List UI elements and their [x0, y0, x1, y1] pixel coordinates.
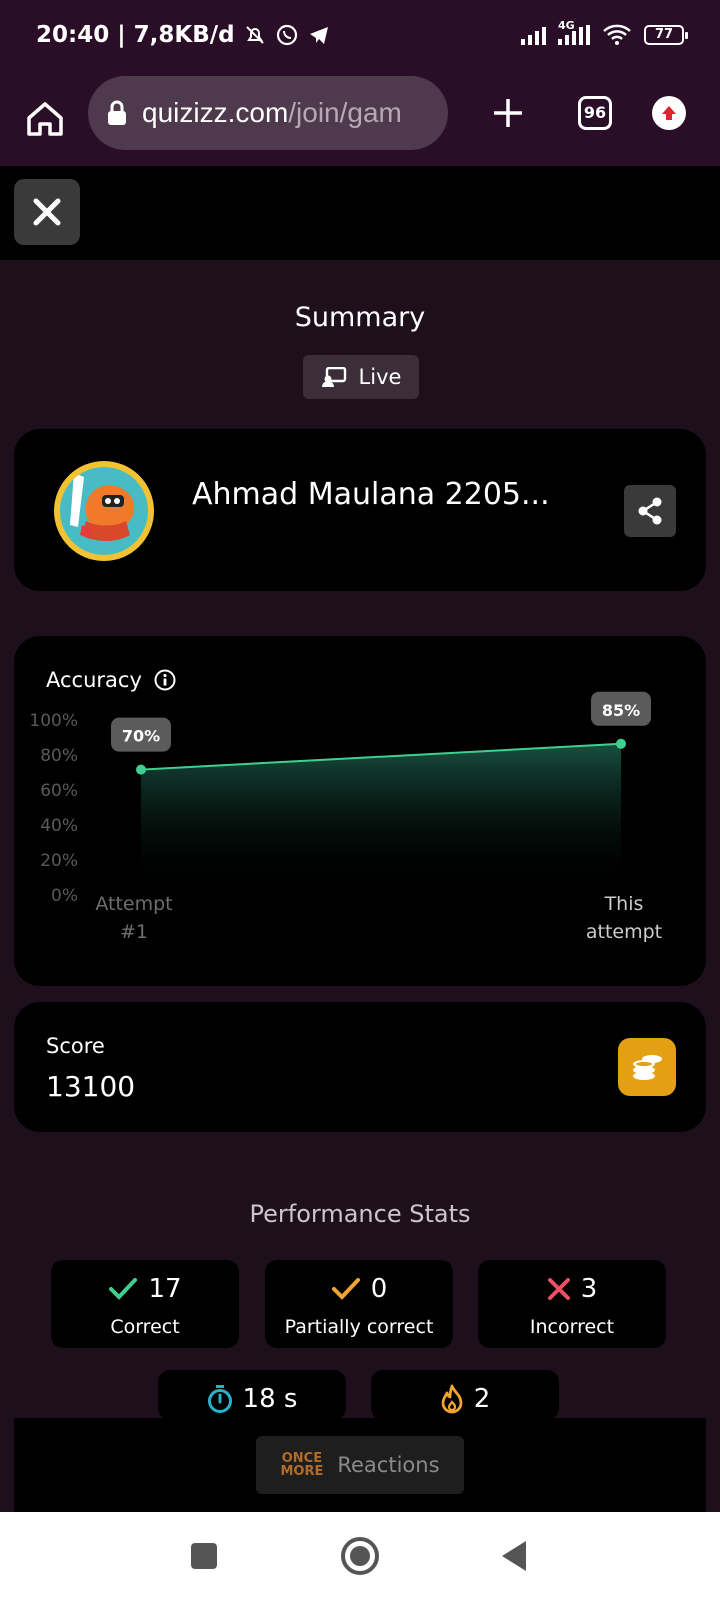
mode-badge: Live: [303, 355, 419, 399]
streak-value: 2: [473, 1384, 491, 1414]
x-tick-label: #1: [120, 921, 148, 943]
avatar: [54, 461, 154, 561]
new-tab-button[interactable]: [490, 90, 526, 136]
system-nav-bar: [0, 1512, 720, 1600]
correct-count: 17: [148, 1274, 182, 1304]
checkmark-icon: [331, 1278, 360, 1300]
top-action-bar: [0, 166, 720, 260]
x-tick-label: attempt: [586, 921, 662, 943]
recent-apps-button[interactable]: [191, 1543, 217, 1569]
player-card: Ahmad Maulana 2205...: [14, 429, 706, 591]
home-nav-button[interactable]: [341, 1537, 379, 1575]
avatar-image: [60, 467, 148, 555]
coins-button[interactable]: [618, 1038, 676, 1096]
stat-partially-correct: 0 Partially correct: [265, 1260, 453, 1348]
data-label: 70%: [122, 727, 160, 746]
home-icon[interactable]: [24, 98, 66, 140]
data-point: [136, 764, 146, 775]
close-button[interactable]: [14, 179, 80, 245]
flame-icon: [441, 1384, 463, 1414]
wifi-icon: [603, 24, 631, 45]
avg-time-value: 18 s: [242, 1384, 298, 1414]
network-type: 4G: [558, 19, 575, 32]
status-bar: 20:40 | 7,8KB/d 4G 77: [0, 0, 720, 76]
accuracy-card: Accuracy 100% 80% 60% 40% 20% 0% 70% 85% Attempt…: [14, 636, 706, 986]
score-card: Score 13100: [14, 1002, 706, 1132]
address-bar[interactable]: quizizz.com/join/gam: [88, 76, 448, 150]
performance-stats-title: Performance Stats: [249, 1200, 471, 1228]
lock-icon: [108, 100, 126, 125]
status-time: 20:40 | 7,8KB/d: [36, 22, 235, 48]
once-more-logo: ONCE MORE: [280, 1451, 324, 1479]
cross-icon: [547, 1278, 570, 1300]
telegram-icon: [309, 27, 328, 44]
mode-label: Live: [358, 365, 402, 389]
share-icon: [638, 497, 662, 525]
status-right: 4G 77: [521, 19, 688, 46]
browser-toolbar: quizizz.com/join/gam 96: [0, 76, 720, 166]
y-tick-label: 100%: [29, 711, 78, 731]
accuracy-chart: 100% 80% 60% 40% 20% 0% 70% 85% Attempt #1 This att…: [29, 691, 662, 943]
signal-4g-icon: 4G: [558, 19, 590, 45]
upload-button[interactable]: [652, 96, 686, 130]
tab-switcher-button[interactable]: 96: [578, 96, 612, 130]
incorrect-count: 3: [580, 1274, 598, 1304]
score-value: 13100: [46, 1070, 136, 1103]
page-title: Summary: [294, 302, 426, 333]
plus-icon: [494, 99, 522, 127]
close-icon: [33, 198, 61, 226]
player-name: Ahmad Maulana 2205...: [192, 477, 550, 512]
stat-correct: 17 Correct: [51, 1260, 239, 1348]
url-text: quizizz.com/join/gam: [142, 97, 402, 128]
reactions-label: Reactions: [337, 1453, 440, 1477]
status-left: 20:40 | 7,8KB/d: [36, 22, 331, 48]
stat-avg-time: 18 s: [158, 1370, 346, 1420]
checkmark-icon: [109, 1278, 138, 1300]
y-tick-label: 20%: [40, 851, 78, 871]
signal-icon: [521, 25, 546, 45]
incorrect-label: Incorrect: [529, 1316, 615, 1338]
partial-count: 0: [370, 1274, 388, 1304]
live-mode-icon: [321, 367, 346, 387]
reactions-button[interactable]: ONCE MORE Reactions: [256, 1436, 464, 1494]
coins-icon: [633, 1055, 662, 1080]
y-tick-label: 0%: [51, 886, 78, 906]
arrow-up-icon: [662, 106, 676, 120]
whatsapp-icon: [276, 24, 297, 46]
data-label: 85%: [602, 701, 640, 720]
stopwatch-icon: [207, 1385, 232, 1413]
y-tick-label: 40%: [40, 816, 78, 836]
back-button[interactable]: [502, 1541, 526, 1571]
correct-label: Correct: [110, 1316, 180, 1338]
y-tick-label: 60%: [40, 781, 78, 801]
x-tick-label: Attempt: [95, 893, 172, 915]
battery-icon: 77: [644, 25, 688, 45]
x-tick-label: This: [604, 893, 644, 915]
y-tick-label: 80%: [40, 746, 78, 766]
partial-label: Partially correct: [284, 1316, 434, 1338]
data-point: [616, 738, 626, 749]
reactions-bar: ONCE MORE Reactions: [14, 1418, 706, 1512]
muted-bell-icon: [245, 26, 264, 44]
stat-incorrect: 3 Incorrect: [478, 1260, 666, 1348]
stat-streak: 2: [371, 1370, 559, 1420]
share-button[interactable]: [624, 485, 676, 537]
score-label: Score: [46, 1034, 105, 1058]
